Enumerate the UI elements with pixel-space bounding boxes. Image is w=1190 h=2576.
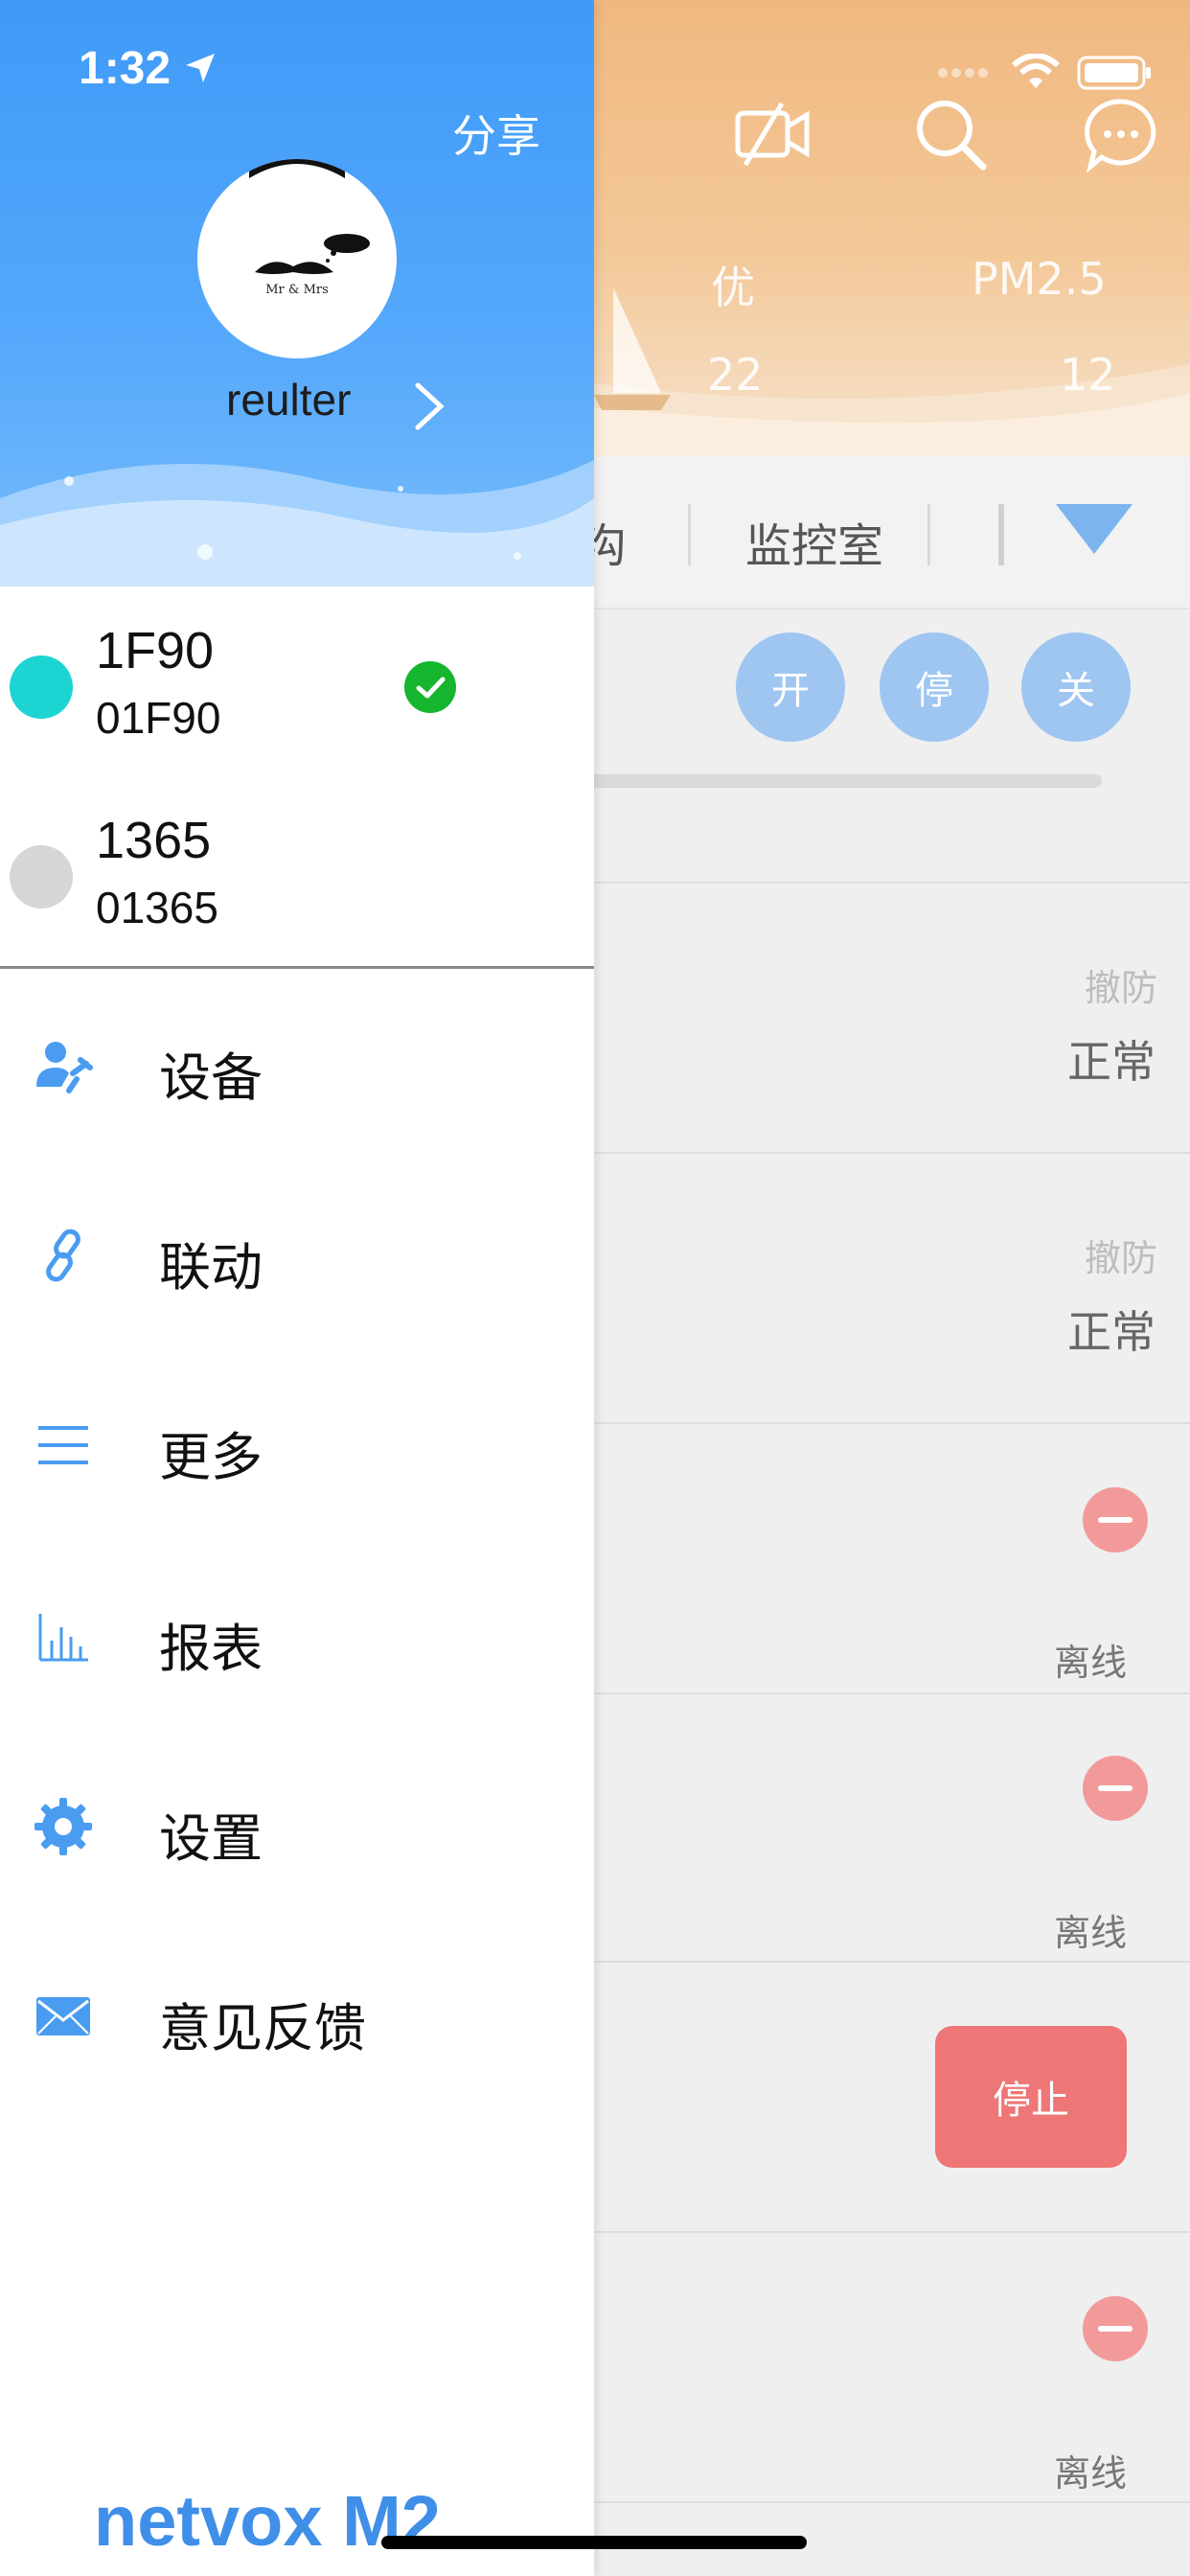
close-button[interactable]: 关 <box>1021 632 1131 742</box>
check-icon <box>404 661 456 713</box>
drawer-header: 1:32 分享 Mr & Mrs reulter <box>0 0 594 586</box>
username[interactable]: reulter <box>226 374 351 426</box>
tab-divider <box>998 504 1004 565</box>
menu-label: 意见反馈 <box>159 1998 366 2058</box>
status-time: 1:32 <box>79 43 172 94</box>
avatar-image: Mr & Mrs <box>249 159 370 297</box>
location-arrow-icon <box>186 54 215 82</box>
curtain-slider[interactable] <box>575 774 1102 788</box>
menu-label: 设备 <box>159 1047 263 1108</box>
user-wrench-icon <box>36 1042 93 1093</box>
menu-label: 更多 <box>159 1427 263 1487</box>
status-icons <box>937 54 1154 92</box>
device-status: 离线 <box>1054 1912 1128 1954</box>
menu-item-more[interactable]: 更多 <box>0 1368 594 1522</box>
pm25-label: PM2.5 <box>972 253 1107 305</box>
menu-item-reports[interactable]: 报表 <box>0 1560 594 1714</box>
search-icon[interactable] <box>912 96 989 172</box>
device-arm-state: 撤防 <box>1085 967 1158 1009</box>
home-indicator <box>381 2536 807 2549</box>
gateway-id: 01F90 <box>96 693 221 743</box>
remove-icon[interactable] <box>1083 1756 1148 1821</box>
device-status: 离线 <box>1054 1642 1128 1684</box>
side-drawer: 1:32 分享 Mr & Mrs reulter 1F90 01F90 1365… <box>0 0 594 2576</box>
device-arm-state: 撤防 <box>1085 1237 1158 1279</box>
menu-label: 报表 <box>159 1619 263 1679</box>
open-button[interactable]: 开 <box>736 632 845 742</box>
gear-icon <box>34 1798 92 1855</box>
stop-button[interactable]: 停止 <box>935 2026 1127 2168</box>
chevron-right-icon[interactable] <box>410 381 448 431</box>
menu-item-settings[interactable]: 设置 <box>0 1750 594 1903</box>
menu-item-feedback[interactable]: 意见反馈 <box>0 1940 594 2093</box>
gateway-item-1F90[interactable]: 1F90 01F90 <box>0 586 594 774</box>
share-button[interactable]: 分享 <box>452 102 540 165</box>
aqi-label: 优 <box>711 262 755 313</box>
gateway-name: 1365 <box>96 812 212 869</box>
netvox-logo: netvox M2 <box>94 2481 441 2561</box>
camera-off-icon[interactable] <box>734 96 811 172</box>
envelope-icon <box>36 1997 90 2036</box>
device-status: 正常 <box>1067 1306 1156 1358</box>
avatar-caption: Mr & Mrs <box>265 283 329 297</box>
tab-monitor-room[interactable]: 监控室 <box>745 508 883 575</box>
gateway-online-dot <box>10 656 73 719</box>
gateway-offline-dot <box>10 845 73 908</box>
gateway-name: 1F90 <box>96 622 215 679</box>
link-icon <box>46 1229 80 1282</box>
remove-icon[interactable] <box>1083 1487 1148 1552</box>
menu-item-devices[interactable]: 设备 <box>0 989 594 1142</box>
menu-lines-icon <box>38 1426 88 1464</box>
pm25-value: 12 <box>1060 349 1116 401</box>
wifi-icon <box>1012 54 1060 88</box>
gateway-id: 01365 <box>96 883 218 932</box>
menu-label: 设置 <box>159 1808 263 1869</box>
tab-divider <box>927 504 930 565</box>
pause-button[interactable]: 停 <box>880 632 989 742</box>
tab-divider <box>688 504 691 565</box>
device-status: 离线 <box>1054 2452 1128 2495</box>
gateway-divider <box>0 966 594 969</box>
remove-icon[interactable] <box>1083 2296 1148 2361</box>
gateway-item-1365[interactable]: 1365 01365 <box>0 776 594 964</box>
device-status: 正常 <box>1067 1036 1156 1088</box>
menu-item-linkage[interactable]: 联动 <box>0 1179 594 1332</box>
bar-chart-icon <box>38 1614 88 1662</box>
menu-label: 联动 <box>159 1237 263 1298</box>
signal-icon <box>938 68 988 78</box>
tabs-dropdown-icon[interactable] <box>1054 502 1134 556</box>
avatar[interactable]: Mr & Mrs <box>197 159 397 358</box>
aqi-value: 22 <box>707 349 764 401</box>
message-icon[interactable] <box>1083 96 1159 172</box>
battery-icon <box>1077 56 1151 90</box>
